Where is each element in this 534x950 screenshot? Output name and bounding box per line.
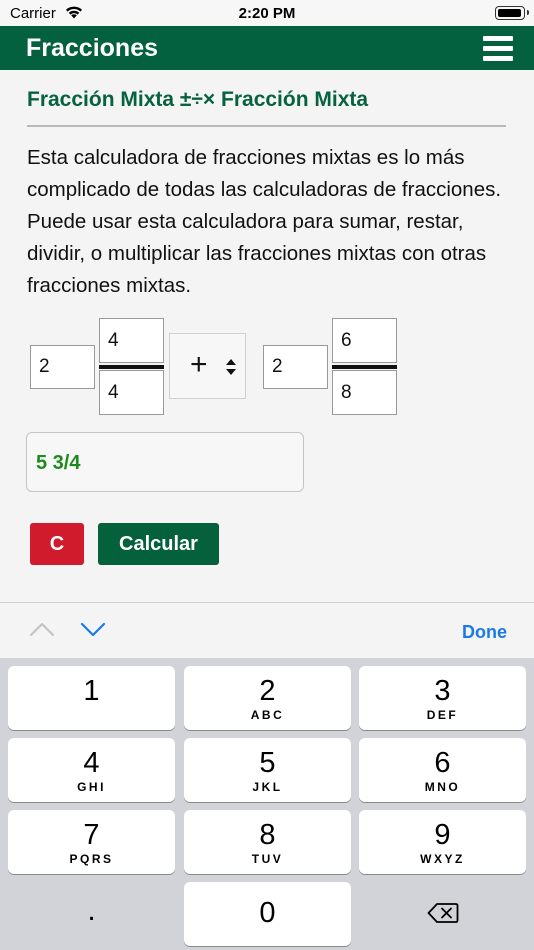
clock: 2:20 PM <box>238 5 296 22</box>
calculate-button[interactable]: Calcular <box>98 523 219 565</box>
key-2[interactable]: 2 ABC <box>184 666 351 730</box>
backspace-key[interactable] <box>359 882 526 946</box>
operator-select[interactable]: + <box>169 333 246 399</box>
second-whole-input[interactable]: 2 <box>263 345 328 389</box>
app-title: Fracciones <box>26 34 159 62</box>
done-button[interactable]: Done <box>462 622 507 643</box>
key-5[interactable]: 5 JKL <box>184 738 351 802</box>
first-fraction-bar <box>99 365 164 369</box>
first-denominator-input[interactable]: 4 <box>99 370 164 415</box>
hamburger-menu-icon[interactable] <box>483 36 513 61</box>
first-numerator-input[interactable]: 4 <box>99 318 164 363</box>
page-title: Fracción Mixta ±÷× Fracción Mixta <box>27 88 369 111</box>
keyboard-toolbar: Done <box>0 602 534 658</box>
result-value: 5 3/4 <box>36 452 81 474</box>
number-keypad: 1 2 ABC 3 DEF 4 GHI 5 JKL 6 MNO 7 PQRS 8… <box>0 658 534 950</box>
key-4[interactable]: 4 GHI <box>8 738 175 802</box>
chevron-up-icon[interactable] <box>29 621 55 637</box>
main-content: Fracción Mixta ±÷× Fracción Mixta Esta c… <box>0 70 534 602</box>
clear-button[interactable]: C <box>30 523 84 565</box>
second-numerator-input[interactable]: 6 <box>332 318 397 363</box>
key-7[interactable]: 7 PQRS <box>8 810 175 874</box>
key-decimal[interactable]: . <box>8 882 175 946</box>
battery-icon <box>495 6 529 20</box>
key-6[interactable]: 6 MNO <box>359 738 526 802</box>
chevron-down-icon[interactable] <box>80 621 106 637</box>
divider <box>27 125 506 127</box>
operator-value: + <box>190 348 208 381</box>
key-1[interactable]: 1 <box>8 666 175 730</box>
select-arrows-icon <box>226 359 236 375</box>
second-denominator-input[interactable]: 8 <box>332 370 397 415</box>
backspace-icon <box>427 903 458 923</box>
status-bar: Carrier 2:20 PM <box>0 0 534 26</box>
result-field: 5 3/4 <box>26 432 304 492</box>
app-header: Fracciones <box>0 26 534 70</box>
key-3[interactable]: 3 DEF <box>359 666 526 730</box>
key-0[interactable]: 0 <box>184 882 351 946</box>
first-whole-input[interactable]: 2 <box>30 345 95 389</box>
key-8[interactable]: 8 TUV <box>184 810 351 874</box>
second-fraction-bar <box>332 365 397 369</box>
key-9[interactable]: 9 WXYZ <box>359 810 526 874</box>
description-text: Esta calculadora de fracciones mixtas es… <box>27 146 502 297</box>
